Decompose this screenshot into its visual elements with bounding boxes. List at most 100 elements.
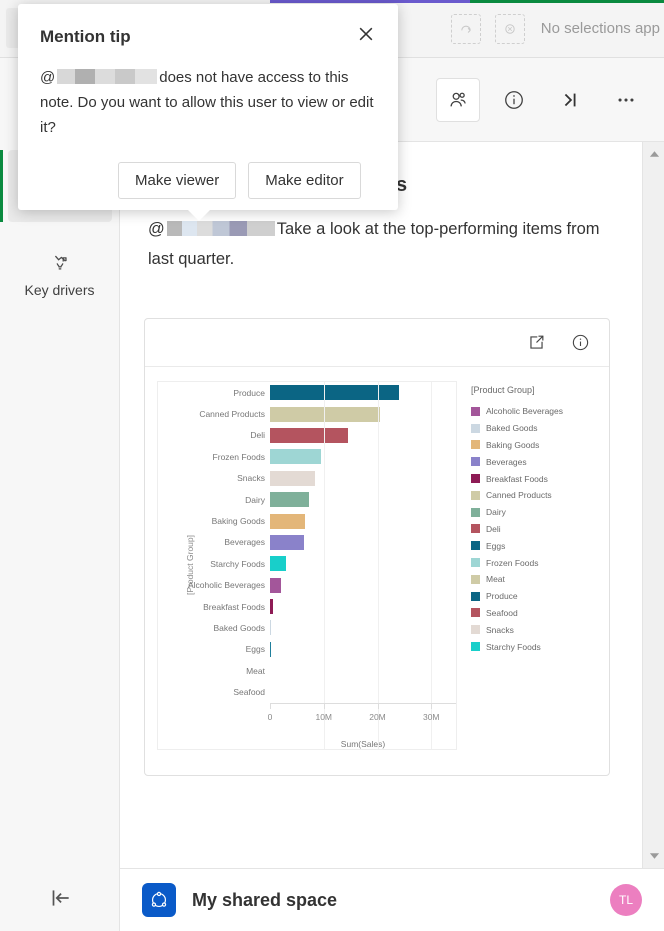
- legend-label: Eggs: [486, 540, 506, 551]
- legend-swatch: [471, 608, 480, 618]
- share-icon[interactable]: [521, 328, 551, 358]
- scroll-down-arrow[interactable]: [643, 846, 664, 866]
- legend-label: Meat: [486, 574, 505, 585]
- legend-item[interactable]: Eggs: [471, 537, 589, 554]
- legend-item[interactable]: Canned Products: [471, 487, 589, 504]
- bar-row[interactable]: Snacks: [172, 468, 456, 489]
- bar[interactable]: [270, 513, 306, 529]
- bar-row[interactable]: Frozen Foods: [172, 446, 456, 467]
- x-tick: [431, 703, 433, 709]
- bar[interactable]: [270, 620, 272, 636]
- legend-item[interactable]: Baking Goods: [471, 437, 589, 454]
- bar-track: [270, 489, 456, 510]
- bar-row[interactable]: Beverages: [172, 532, 456, 553]
- bar-row[interactable]: Alcoholic Beverages: [172, 575, 456, 596]
- bar[interactable]: [270, 641, 272, 657]
- collapse-left-icon[interactable]: [0, 865, 120, 931]
- people-icon[interactable]: [436, 77, 480, 122]
- bar-category-label: Meat: [246, 665, 265, 676]
- bar[interactable]: [270, 470, 316, 486]
- avatar[interactable]: TL: [610, 884, 642, 916]
- bar[interactable]: [270, 599, 274, 615]
- bar-row[interactable]: Dairy: [172, 489, 456, 510]
- legend-item[interactable]: Seafood: [471, 605, 589, 622]
- bar-row[interactable]: Seafood: [172, 681, 456, 702]
- legend-swatch: [471, 625, 480, 635]
- info-icon[interactable]: [492, 78, 536, 122]
- legend-swatch: [471, 541, 480, 551]
- legend-label: Canned Products: [486, 490, 552, 501]
- bar-row[interactable]: Eggs: [172, 639, 456, 660]
- legend-label: Breakfast Foods: [486, 473, 548, 484]
- bar-category-label: Canned Products: [199, 409, 265, 420]
- bar[interactable]: [270, 534, 304, 550]
- bar-row[interactable]: Starchy Foods: [172, 553, 456, 574]
- legend-swatch: [471, 406, 480, 416]
- redo-icon[interactable]: [450, 13, 481, 44]
- legend-item[interactable]: Meat: [471, 571, 589, 588]
- legend-swatch: [471, 440, 480, 450]
- vertical-scrollbar[interactable]: [642, 142, 664, 868]
- legend-label: Deli: [486, 523, 501, 534]
- bar[interactable]: [270, 385, 399, 401]
- collapse-right-icon[interactable]: [548, 78, 592, 122]
- info-icon[interactable]: [565, 328, 595, 358]
- bar-row[interactable]: Deli: [172, 425, 456, 446]
- make-viewer-button[interactable]: Make viewer: [118, 162, 237, 199]
- more-options-icon[interactable]: [604, 78, 648, 122]
- bar[interactable]: [270, 577, 281, 593]
- bar-category-label: Eggs: [245, 644, 265, 655]
- legend-label: Beverages: [486, 456, 527, 467]
- bar[interactable]: [270, 427, 348, 443]
- legend-item[interactable]: Baked Goods: [471, 420, 589, 437]
- bar-row[interactable]: Baked Goods: [172, 617, 456, 638]
- bar-row[interactable]: Meat: [172, 660, 456, 681]
- bar-row[interactable]: Canned Products: [172, 403, 456, 424]
- x-tick-label: 20M: [369, 711, 386, 722]
- bar-row[interactable]: Produce: [172, 382, 456, 403]
- legend-swatch: [471, 423, 480, 433]
- legend-item[interactable]: Alcoholic Beverages: [471, 403, 589, 420]
- bar[interactable]: [270, 406, 381, 422]
- legend-label: Alcoholic Beverages: [486, 406, 564, 417]
- app-root: No selections app Key drivers s @ Take a…: [0, 0, 664, 931]
- legend-swatch: [471, 457, 480, 467]
- bar-track: [270, 617, 456, 638]
- legend-item[interactable]: Produce: [471, 588, 589, 605]
- x-tick: [270, 703, 271, 709]
- make-editor-button[interactable]: Make editor: [248, 162, 361, 199]
- bar-category-label: Beverages: [224, 537, 265, 548]
- legend-item[interactable]: Frozen Foods: [471, 554, 589, 571]
- bar[interactable]: [270, 492, 310, 508]
- x-axis-title: Sum(Sales): [340, 738, 386, 749]
- tab-accent-green: [470, 0, 664, 3]
- scroll-up-arrow[interactable]: [643, 144, 664, 164]
- x-tick: [377, 703, 379, 709]
- legend-item[interactable]: Beverages: [471, 453, 589, 470]
- bar[interactable]: [270, 556, 287, 572]
- sidebar-label-key-drivers: Key drivers: [24, 282, 95, 298]
- bar[interactable]: [270, 449, 322, 465]
- popup-message: @ does not have access to this note. Do y…: [18, 49, 398, 140]
- legend-item[interactable]: Snacks: [471, 621, 589, 638]
- note-panel: s @ Take a look at the top-performing ite…: [120, 142, 642, 868]
- legend-item[interactable]: Breakfast Foods: [471, 470, 589, 487]
- legend-item[interactable]: Starchy Foods: [471, 638, 589, 655]
- x-tick: [323, 703, 325, 709]
- note-body[interactable]: @ Take a look at the top-performing items…: [148, 214, 604, 274]
- bar-track: [270, 596, 456, 617]
- clear-selections-icon[interactable]: [494, 13, 525, 44]
- bar-track: [270, 660, 456, 681]
- sidebar-item-key-drivers[interactable]: Key drivers: [8, 236, 112, 308]
- chart-card[interactable]: [Product Group] Produce Canned Products De…: [144, 318, 610, 776]
- legend-swatch: [471, 574, 480, 584]
- close-icon[interactable]: [356, 24, 376, 49]
- bar-track: [270, 510, 456, 531]
- legend-item[interactable]: Deli: [471, 521, 589, 538]
- legend-item[interactable]: Dairy: [471, 504, 589, 521]
- bar-category-label: Dairy: [245, 494, 265, 505]
- bar-row[interactable]: Breakfast Foods: [172, 596, 456, 617]
- legend-swatch: [471, 558, 480, 568]
- bar-row[interactable]: Baking Goods: [172, 510, 456, 531]
- legend-label: Produce: [486, 591, 518, 602]
